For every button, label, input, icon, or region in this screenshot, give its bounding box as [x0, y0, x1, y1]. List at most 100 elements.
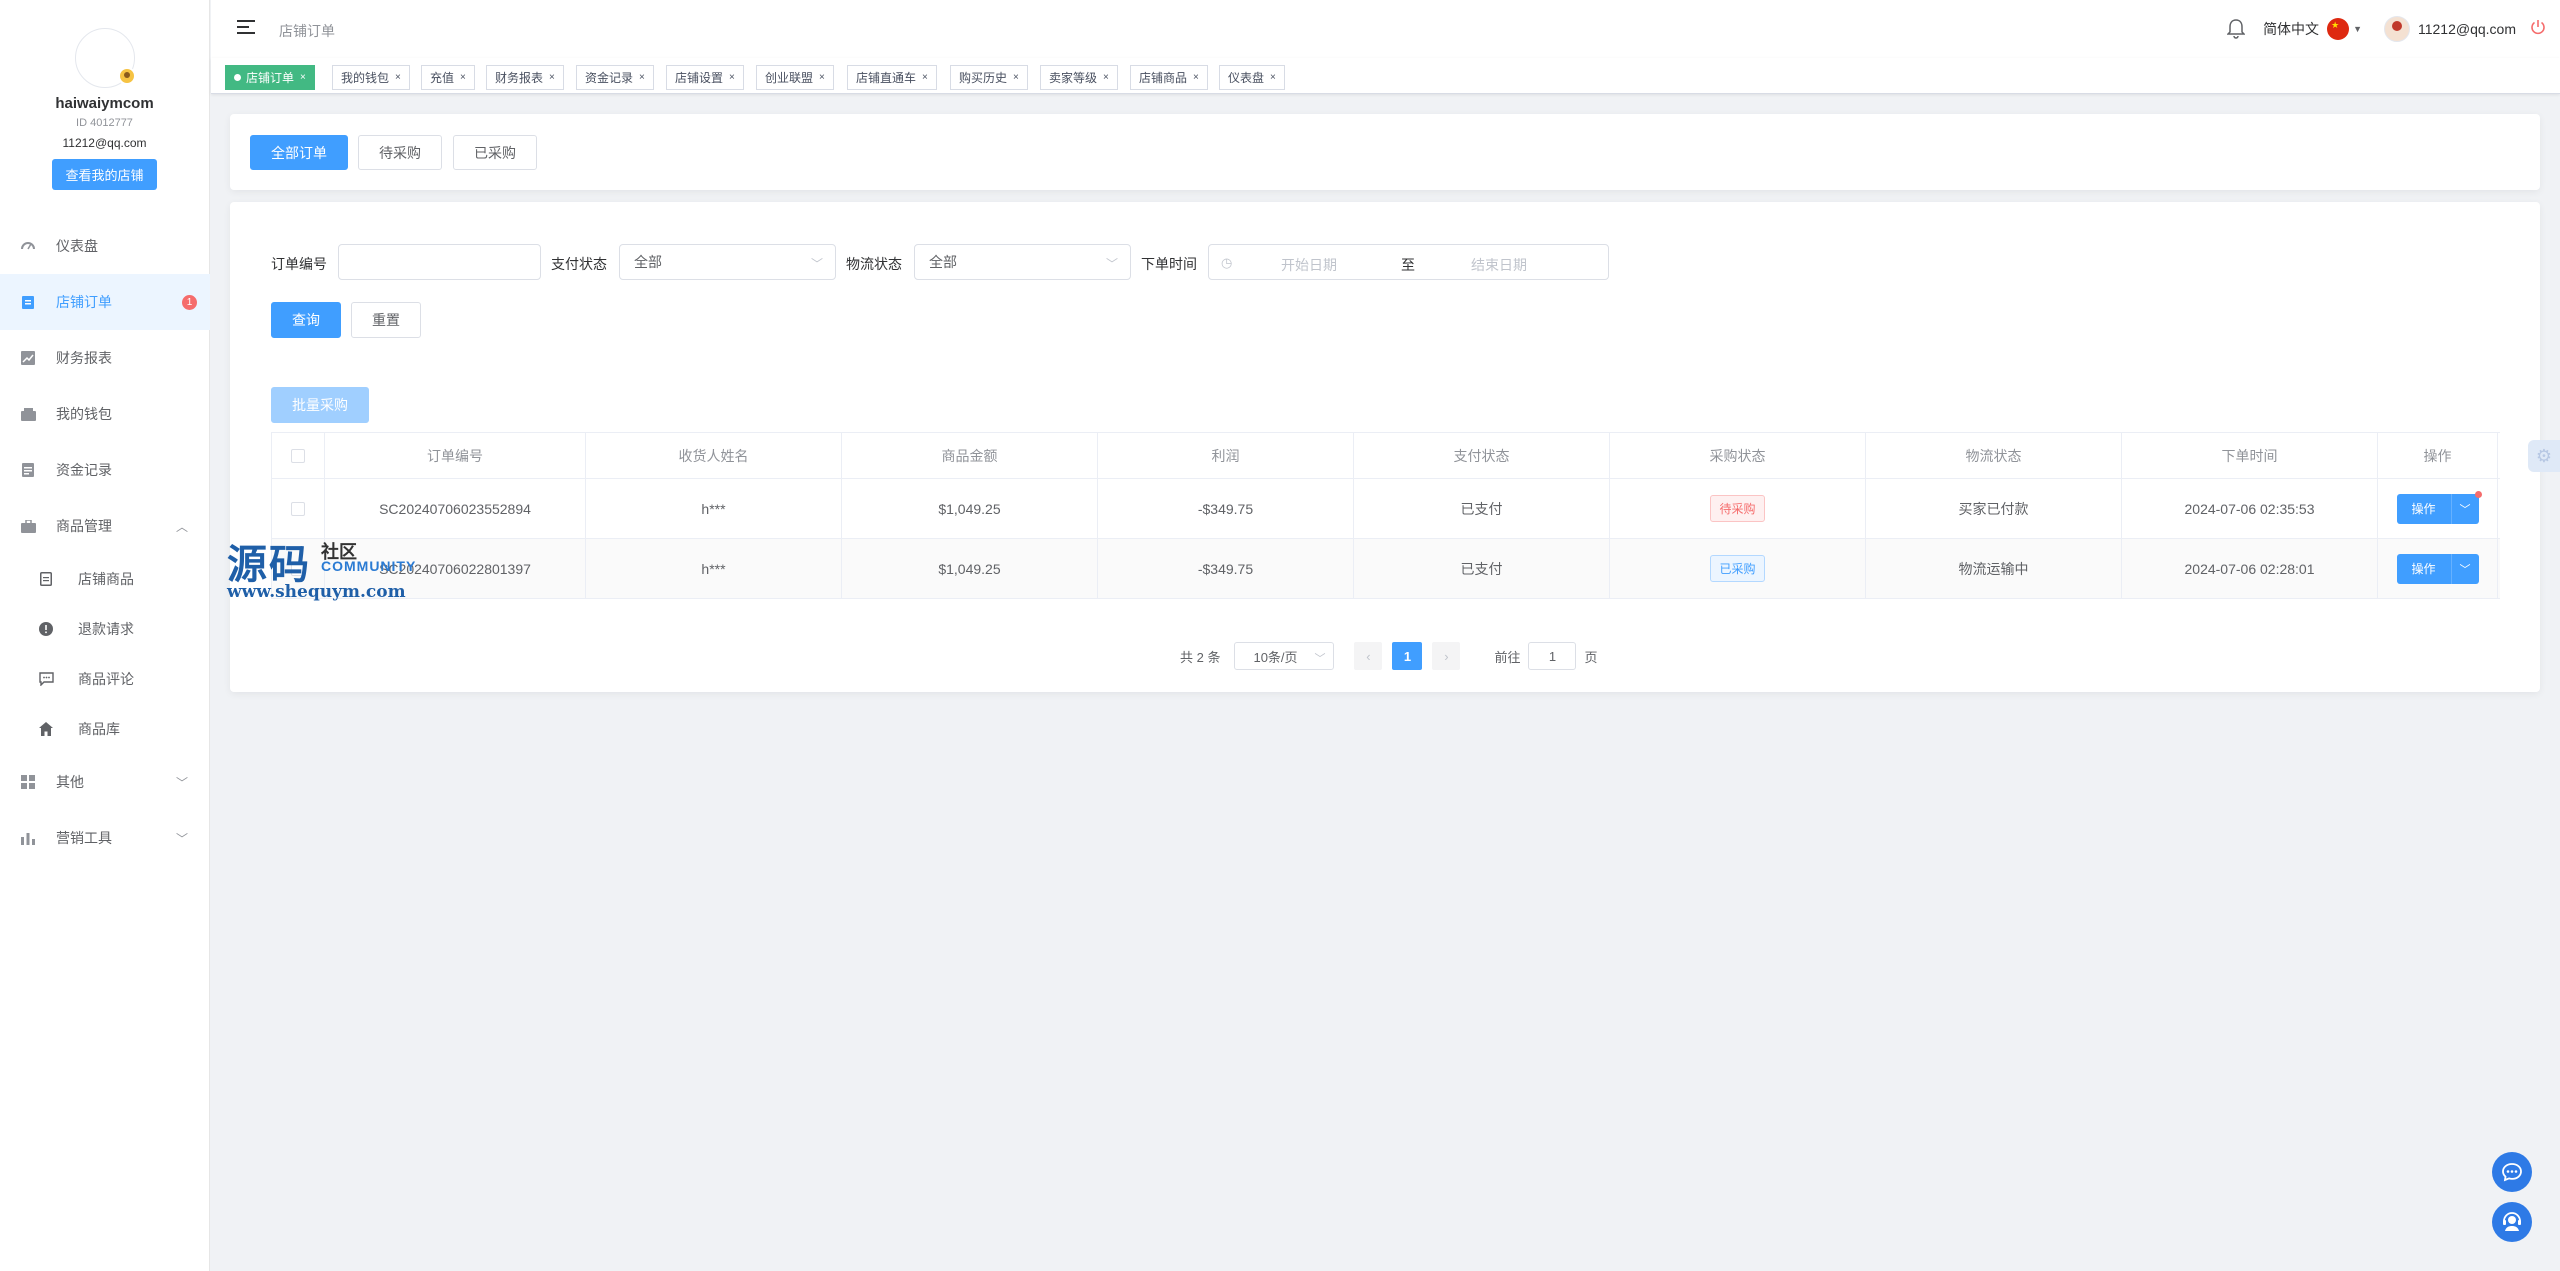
sidebar-item-label: 我的钱包	[56, 406, 112, 422]
close-icon[interactable]: ×	[1013, 72, 1019, 83]
sidebar-item-label: 商品库	[78, 721, 120, 737]
row-checkbox[interactable]	[291, 501, 305, 516]
status-badge: 已采购	[1710, 555, 1765, 582]
tab-all-orders[interactable]: 全部订单	[250, 135, 348, 170]
avatar[interactable]	[74, 28, 136, 88]
language-label[interactable]: 简体中文	[2263, 19, 2319, 39]
order-no-input[interactable]	[338, 244, 541, 280]
next-page-icon[interactable]: ›	[1432, 642, 1461, 670]
page-size-select[interactable]: 10条/页 ﹀	[1234, 642, 1335, 670]
action-cell: 操作 ﹀	[2378, 479, 2498, 538]
tag-funds[interactable]: 资金记录 ×	[576, 65, 654, 90]
table-header-row: 订单编号 收货人姓名 商品金额 利润 支付状态 采购状态 物流状态 下单时间 操…	[271, 433, 2500, 479]
chevron-down-icon: ﹀	[1105, 257, 1118, 271]
warning-circle-icon	[38, 621, 54, 637]
sidebar-item-reviews[interactable]: 商品评论	[0, 654, 210, 704]
sidebar-item-finance[interactable]: 财务报表	[0, 330, 210, 386]
action-button[interactable]: 操作	[2396, 493, 2451, 524]
sidebar-item-dashboard[interactable]: 仪表盘	[0, 218, 210, 274]
user-avatar[interactable]	[2383, 16, 2410, 42]
close-icon[interactable]: ×	[729, 72, 735, 83]
sidebar-item-store-products[interactable]: 店铺商品	[0, 554, 210, 604]
sidebar-item-label: 财务报表	[56, 350, 112, 366]
action-split-button[interactable]: 操作 ﹀	[2396, 490, 2482, 524]
tag-wallet[interactable]: 我的钱包 ×	[332, 65, 410, 90]
tag-dashboard[interactable]: 仪表盘 ×	[1219, 65, 1285, 90]
col-header: 操作	[2378, 433, 2498, 478]
sidebar-item-wallet[interactable]: 我的钱包	[0, 386, 210, 442]
page-number-current[interactable]: 1	[1392, 642, 1423, 670]
tag-alliance[interactable]: 创业联盟 ×	[756, 65, 834, 90]
pay-status-select[interactable]: 全部 ﹀	[619, 244, 836, 280]
table-row: SC20240706023552894 h*** $1,049.25 -$349…	[271, 479, 2500, 539]
select-all-checkbox[interactable]	[291, 448, 305, 463]
col-header: 下单时间	[2122, 433, 2378, 478]
tag-label: 卖家等级	[1049, 71, 1098, 85]
sidebar-item-store-orders[interactable]: 店铺订单 1	[0, 274, 210, 330]
order-no-cell: SC20240706023552894	[325, 479, 586, 538]
close-icon[interactable]: ×	[1270, 72, 1276, 83]
tag-recharge[interactable]: 充值 ×	[421, 65, 475, 90]
chevron-down-icon: ﹀	[810, 257, 823, 271]
level-badge-icon	[117, 67, 136, 85]
briefcase-icon	[20, 518, 36, 534]
tag-store-settings[interactable]: 店铺设置 ×	[666, 65, 744, 90]
tag-finance[interactable]: 财务报表 ×	[486, 65, 564, 90]
pagination: 共 2 条 10条/页 ﹀ ‹ 1 › 前往 1 页	[1180, 642, 1598, 670]
close-icon[interactable]: ×	[300, 72, 306, 83]
close-icon[interactable]: ×	[460, 72, 466, 83]
close-icon[interactable]: ×	[549, 72, 555, 83]
close-icon[interactable]: ×	[1193, 72, 1199, 83]
sidebar-item-label: 店铺订单	[56, 294, 112, 310]
tag-label: 购买历史	[959, 71, 1008, 85]
close-icon[interactable]: ×	[819, 72, 825, 83]
tag-store-products[interactable]: 店铺商品 ×	[1130, 65, 1208, 90]
logistics-select[interactable]: 全部 ﹀	[914, 244, 1131, 280]
sidebar-item-refunds[interactable]: 退款请求	[0, 604, 210, 654]
sidebar-item-library[interactable]: 商品库	[0, 704, 210, 754]
china-flag-icon[interactable]	[2327, 18, 2350, 40]
tag-store-orders[interactable]: 店铺订单 ×	[225, 65, 315, 90]
prev-page-icon[interactable]: ‹	[1354, 642, 1383, 670]
power-icon[interactable]	[2530, 19, 2546, 40]
tab-purchased[interactable]: 已采购	[453, 135, 537, 170]
sidebar-item-label: 营销工具	[56, 830, 112, 846]
sidebar-item-marketing[interactable]: 营销工具 ﹀	[0, 810, 210, 866]
sidebar-item-products[interactable]: 商品管理 ︿	[0, 498, 210, 554]
close-icon[interactable]: ×	[1103, 72, 1109, 83]
close-icon[interactable]: ×	[395, 72, 401, 83]
reset-button[interactable]: 重置	[351, 302, 421, 338]
bell-icon[interactable]	[2226, 19, 2247, 39]
action-button[interactable]: 操作	[2396, 553, 2451, 584]
tab-pending-purchase[interactable]: 待采购	[358, 135, 442, 170]
tag-purchase-history[interactable]: 购买历史 ×	[950, 65, 1028, 90]
start-date-input[interactable]: 开始日期	[1281, 255, 1337, 275]
clipboard-icon	[20, 294, 36, 310]
end-date-input[interactable]: 结束日期	[1471, 255, 1527, 275]
chevron-down-icon[interactable]: ﹀	[2450, 493, 2479, 524]
user-email[interactable]: 11212@qq.com	[2418, 21, 2516, 37]
customer-service-icon[interactable]	[2492, 1202, 2532, 1242]
tag-store-express[interactable]: 店铺直通车 ×	[847, 65, 937, 90]
goto-page-input[interactable]: 1	[1528, 642, 1577, 670]
close-icon[interactable]: ×	[922, 72, 928, 83]
tag-label: 财务报表	[495, 71, 544, 85]
page-unit-label: 页	[1584, 649, 1598, 665]
watermark-logo: 源码 社区 COMMUNITY www.shequym.com	[227, 532, 437, 602]
comment-icon	[38, 671, 54, 687]
batch-purchase-button[interactable]: 批量采购	[271, 387, 369, 423]
menu-toggle-icon[interactable]	[237, 20, 255, 36]
date-range-picker[interactable]: ◷ 开始日期 至 结束日期	[1208, 244, 1609, 280]
sidebar-item-others[interactable]: 其他 ﹀	[0, 754, 210, 810]
tag-seller-level[interactable]: 卖家等级 ×	[1040, 65, 1118, 90]
action-split-button[interactable]: 操作 ﹀	[2396, 553, 2479, 584]
settings-gear-icon[interactable]: ⚙	[2528, 440, 2560, 472]
caret-down-icon[interactable]: ▼	[2353, 24, 2362, 34]
chevron-down-icon[interactable]: ﹀	[2450, 553, 2479, 584]
query-button[interactable]: 查询	[271, 302, 341, 338]
close-icon[interactable]: ×	[639, 72, 645, 83]
chat-icon[interactable]	[2492, 1152, 2532, 1192]
view-store-button[interactable]: 查看我的店铺	[52, 159, 157, 190]
sidebar-item-funds[interactable]: 资金记录	[0, 442, 210, 498]
orders-card: 订单编号 支付状态 全部 ﹀ 物流状态 全部 ﹀ 下单时间 ◷ 开始日期 至 结…	[230, 202, 2540, 692]
